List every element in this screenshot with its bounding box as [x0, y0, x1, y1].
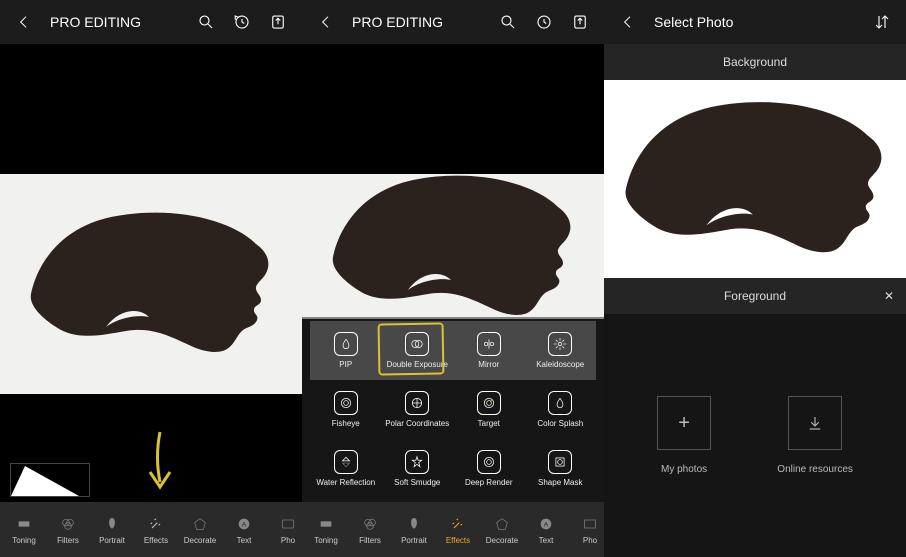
nav-portrait[interactable]: Portrait: [392, 515, 436, 545]
nav-toning[interactable]: Toning: [304, 515, 348, 545]
nav-text[interactable]: AText: [222, 515, 266, 545]
online-resources-option[interactable]: Online resources: [777, 396, 853, 475]
topbar: PRO EDITING: [0, 0, 302, 44]
bottom-nav: Toning Filters Portrait Effects Decorate…: [302, 502, 604, 557]
histogram: [10, 463, 90, 497]
nav-decorate[interactable]: Decorate: [480, 515, 524, 545]
search-icon[interactable]: [192, 8, 220, 36]
save-icon[interactable]: [264, 8, 292, 36]
sort-icon[interactable]: [868, 8, 896, 36]
back-icon[interactable]: [312, 8, 340, 36]
nav-filters[interactable]: Filters: [348, 515, 392, 545]
nav-effects[interactable]: Effects: [436, 515, 480, 545]
effect-double-exposure[interactable]: Double Exposure: [382, 321, 454, 380]
effect-pip[interactable]: PIP: [310, 321, 382, 380]
effect-color-splash[interactable]: Color Splash: [525, 380, 597, 439]
history-icon[interactable]: [228, 8, 256, 36]
svg-text:A: A: [544, 521, 549, 528]
editor-canvas[interactable]: [0, 174, 302, 394]
back-icon[interactable]: [10, 8, 38, 36]
download-icon: [788, 396, 842, 450]
nav-decorate[interactable]: Decorate: [178, 515, 222, 545]
close-icon[interactable]: ✕: [884, 289, 894, 303]
svg-text:A: A: [242, 521, 247, 528]
nav-text[interactable]: AText: [524, 515, 568, 545]
background-preview[interactable]: [604, 80, 906, 278]
effect-fisheye[interactable]: Fisheye: [310, 380, 382, 439]
nav-effects[interactable]: Effects: [134, 515, 178, 545]
effect-deep-render[interactable]: Deep Render: [453, 439, 525, 498]
save-icon[interactable]: [566, 8, 594, 36]
bottom-nav: Toning Filters Portrait Effects Decorate…: [0, 502, 302, 557]
nav-photo[interactable]: Pho: [266, 515, 302, 545]
plus-icon: +: [657, 396, 711, 450]
nav-portrait[interactable]: Portrait: [90, 515, 134, 545]
my-photos-option[interactable]: + My photos: [657, 396, 711, 475]
page-title: PRO EDITING: [50, 14, 184, 30]
effect-mirror[interactable]: Mirror: [453, 321, 525, 380]
effect-target[interactable]: Target: [453, 380, 525, 439]
nav-toning[interactable]: Toning: [2, 515, 46, 545]
back-icon[interactable]: [614, 8, 642, 36]
background-header: Background: [604, 44, 906, 80]
effect-polar-coordinates[interactable]: Polar Coordinates: [382, 380, 454, 439]
page-title: Select Photo: [654, 14, 860, 30]
effect-soft-smudge[interactable]: Soft Smudge: [382, 439, 454, 498]
nav-photo[interactable]: Pho: [568, 515, 604, 545]
foreground-header: Foreground ✕: [604, 278, 906, 314]
effect-shape-mask[interactable]: Shape Mask: [525, 439, 597, 498]
topbar: Select Photo: [604, 0, 906, 44]
search-icon[interactable]: [494, 8, 522, 36]
effect-kaleidoscope[interactable]: Kaleidoscope: [525, 321, 597, 380]
editor-canvas[interactable]: [302, 174, 604, 319]
nav-filters[interactable]: Filters: [46, 515, 90, 545]
effects-grid: PIP Double Exposure Mirror Kaleidoscope …: [302, 317, 604, 502]
history-icon[interactable]: [530, 8, 558, 36]
topbar: PRO EDITING: [302, 0, 604, 44]
effect-water-reflection[interactable]: Water Reflection: [310, 439, 382, 498]
page-title: PRO EDITING: [352, 14, 486, 30]
